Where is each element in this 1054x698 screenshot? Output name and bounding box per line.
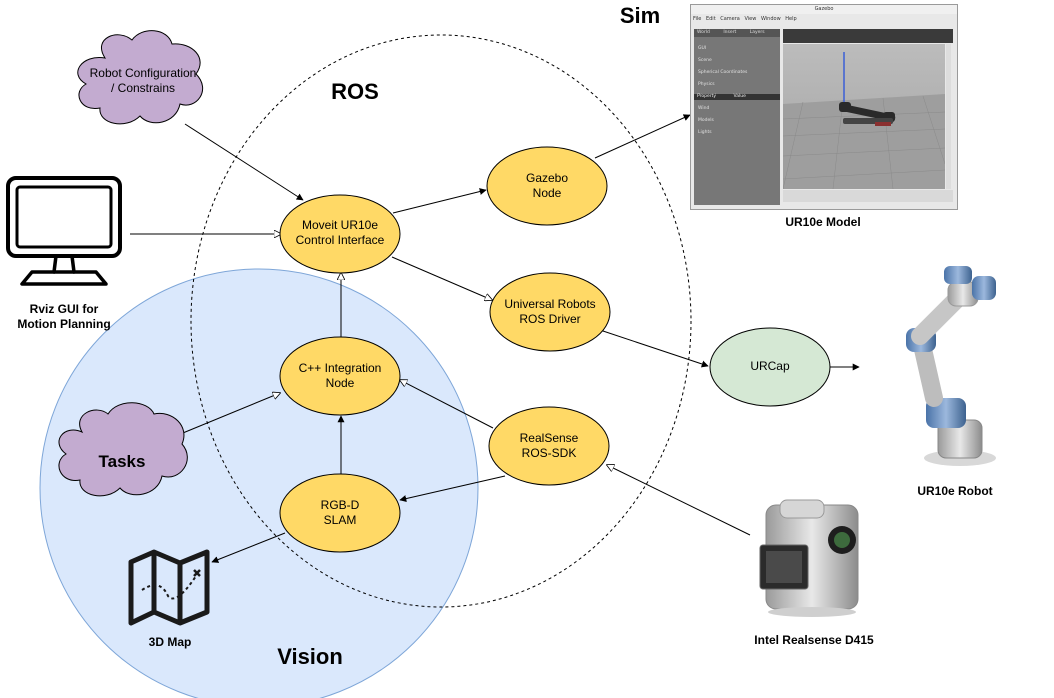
edge-camera-to-realsense [607,465,751,536]
gazebo-tree-item[interactable]: GUI [698,46,747,52]
gazebo-scrollbar[interactable] [946,44,951,189]
gazebo-tab-layers[interactable]: Layers [750,30,765,35]
gazebo-menu-help[interactable]: Help [785,16,796,22]
gazebo-property-header: Property Value [694,94,780,100]
gazebo-toolbar[interactable] [783,29,953,43]
gazebo-tree-item[interactable]: Spherical Coordinates [698,70,747,76]
ur10e-robot-label: UR10e Robot [917,484,993,498]
moveit-node-label: Moveit UR10e Control Interface [295,218,385,247]
gazebo-tab-world[interactable]: World [697,30,710,35]
robot-arm-icon [906,266,996,466]
gazebo-tabs: World Insert Layers [694,29,780,37]
edge-moveit-to-driver [391,256,492,300]
rviz-label: Rviz GUI for Motion Planning [17,302,111,331]
gazebo-menu-bar: File Edit Camera View Window Help [693,16,797,22]
gazebo-menu-file[interactable]: File [693,16,701,22]
edge-driver-to-urcap [599,329,709,368]
gazebo-tree-item[interactable]: Wind [698,106,747,112]
map-label: 3D Map [148,635,192,649]
edge-config-to-moveit [184,123,304,201]
ur-driver-node-label: Universal Robots ROS Driver [504,297,596,326]
realsense-sdk-node-label: RealSense ROS-SDK [519,431,579,460]
sim-region-label: Sim [619,3,661,28]
camera-icon [759,499,859,617]
ros-region-label: ROS [331,79,379,104]
gazebo-window: Gazebo File Edit Camera View Window Help… [690,4,958,210]
gazebo-status-bar [783,190,953,202]
gazebo-world-tree: GUI Scene Spherical Coordinates Physics … [698,40,747,142]
cpp-integration-node-label: C++ Integration Node [298,361,382,390]
urcap-node-label: URCap [750,359,790,373]
gazebo-scene [782,52,946,190]
slam-node-label: RGB-D SLAM [320,498,360,527]
gazebo-tree-item[interactable]: Lights [698,130,747,136]
gazebo-tree-item[interactable]: Scene [698,58,747,64]
gazebo-tree-item[interactable]: Models [698,118,747,124]
vision-region-label: Vision [277,644,343,669]
gazebo-node-label: Gazebo Node [525,171,569,200]
gazebo-value-col: Value [733,94,746,99]
gazebo-menu-window[interactable]: Window [761,16,781,22]
camera-label: Intel Realsense D415 [754,633,874,647]
edge-moveit-to-gazebo [392,188,487,214]
gazebo-menu-view[interactable]: View [744,16,756,22]
monitor-icon [6,176,122,286]
ur10e-model-label: UR10e Model [785,215,861,229]
gazebo-menu-edit[interactable]: Edit [706,16,716,22]
gazebo-property-col: Property [697,94,717,99]
gazebo-tree-item[interactable]: Physics [698,82,747,88]
tasks-label: Tasks [98,452,146,471]
gazebo-window-title: Gazebo [691,5,957,14]
gazebo-viewport[interactable] [782,44,946,190]
robot-config-label: Robot Configuration / Constrains [89,66,197,95]
gazebo-tab-insert[interactable]: Insert [723,30,736,35]
gazebo-menu-camera[interactable]: Camera [720,16,740,22]
